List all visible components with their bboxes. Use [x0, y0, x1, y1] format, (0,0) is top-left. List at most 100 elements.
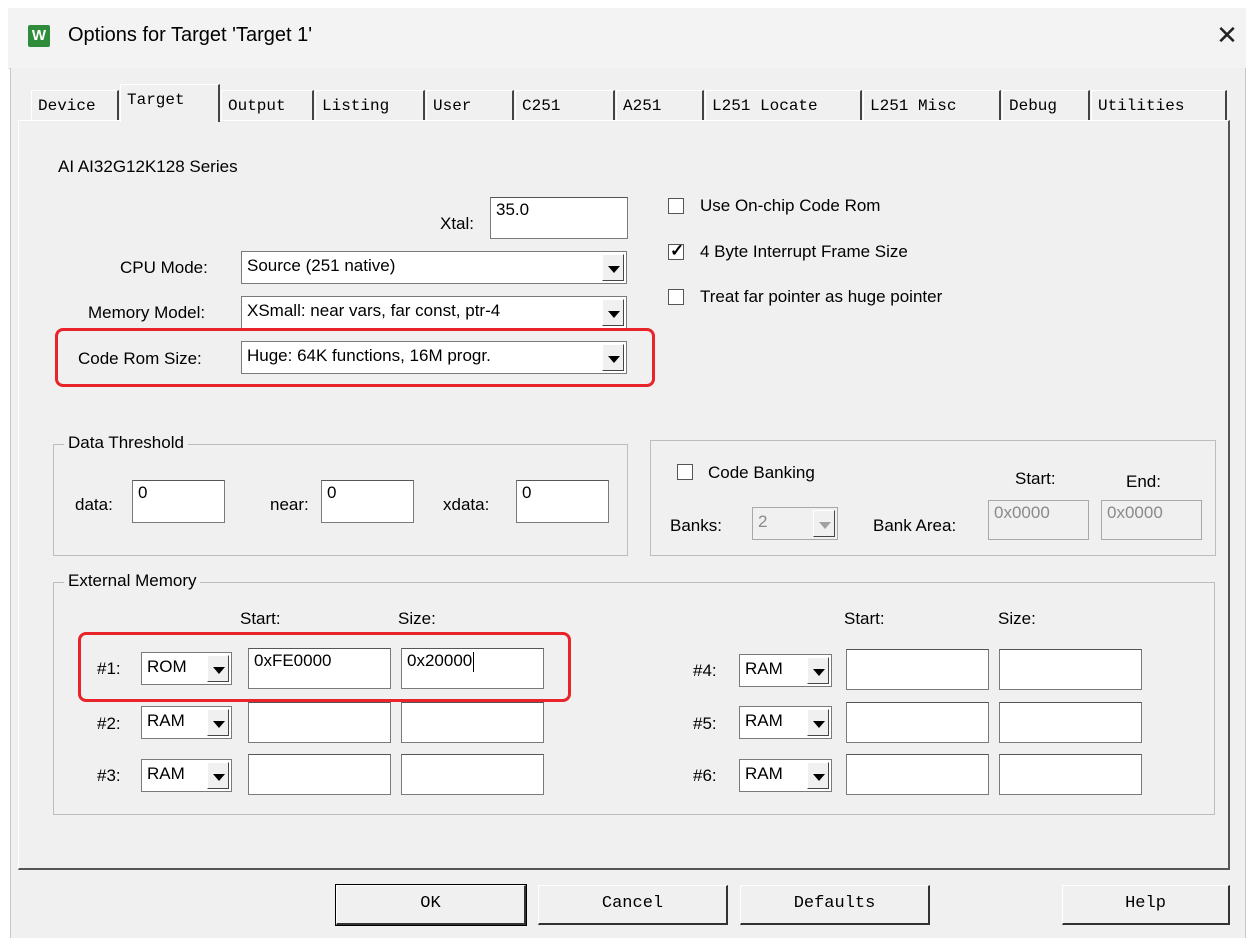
ext-row4-start-input[interactable] — [846, 649, 989, 690]
ext-row2-type: RAM — [147, 711, 185, 730]
ext-row1-start-input[interactable]: 0xFE0000 — [248, 648, 391, 689]
memory-model-label: Memory Model: — [88, 303, 206, 322]
chevron-down-icon[interactable] — [207, 762, 229, 789]
ext-row1-type-select[interactable]: ROM — [141, 652, 232, 685]
bank-end-input[interactable]: 0x0000 — [1101, 500, 1202, 540]
window-title: Options for Target 'Target 1' — [68, 24, 313, 46]
tab-device[interactable]: Device — [31, 90, 119, 120]
banks-label: Banks: — [670, 516, 722, 535]
cancel-button[interactable]: Cancel — [538, 885, 728, 925]
ext-row3-size-input[interactable] — [401, 754, 544, 795]
chevron-down-icon[interactable] — [207, 655, 229, 682]
ext-size-header-left: Size: — [398, 609, 436, 628]
tab-debug[interactable]: Debug — [1002, 90, 1090, 120]
ext-row5-size-input[interactable] — [999, 702, 1142, 743]
ext-row4-label: #4: — [693, 661, 717, 680]
cpu-mode-select[interactable]: Source (251 native) — [241, 251, 627, 284]
bank-end-header: End: — [1126, 472, 1161, 491]
code-rom-size-value: Huge: 64K functions, 16M progr. — [247, 346, 491, 365]
ext-row1-size-input[interactable]: 0x20000 — [401, 648, 544, 689]
ext-row6-label: #6: — [693, 766, 717, 785]
use-onchip-rom-checkbox[interactable] — [668, 198, 684, 214]
tab-user[interactable]: User — [426, 90, 514, 120]
chevron-down-icon[interactable] — [807, 709, 829, 736]
ext-row2-size-input[interactable] — [401, 702, 544, 743]
tab-l251-locate[interactable]: L251 Locate — [705, 90, 862, 120]
close-icon[interactable]: ✕ — [1212, 20, 1242, 50]
chevron-down-icon[interactable] — [602, 299, 624, 326]
ext-row5-type: RAM — [745, 711, 783, 730]
cpu-mode-value: Source (251 native) — [247, 256, 396, 275]
interrupt-frame-checkbox[interactable]: ✓ — [668, 241, 684, 260]
ext-row6-size-input[interactable] — [999, 754, 1142, 795]
ext-row5-start-input[interactable] — [846, 702, 989, 743]
ext-row6-start-input[interactable] — [846, 754, 989, 795]
chevron-down-icon[interactable] — [807, 762, 829, 789]
help-button[interactable]: Help — [1062, 885, 1230, 925]
ext-row4-type-select[interactable]: RAM — [739, 654, 832, 687]
banks-value: 2 — [758, 512, 768, 531]
tab-listing[interactable]: Listing — [315, 90, 425, 120]
near-input[interactable]: 0 — [321, 480, 414, 523]
ext-row3-start-input[interactable] — [248, 754, 391, 795]
ext-start-header-left: Start: — [240, 609, 281, 628]
checkmark-icon: ✓ — [670, 241, 685, 260]
defaults-button[interactable]: Defaults — [740, 885, 930, 925]
xdata-input[interactable]: 0 — [516, 480, 609, 523]
near-label: near: — [270, 495, 309, 514]
far-pointer-checkbox[interactable] — [668, 289, 684, 305]
ext-row1-size-value: 0x20000 — [407, 651, 473, 670]
tab-l251-misc[interactable]: L251 Misc — [863, 90, 1001, 120]
external-memory-title: External Memory — [64, 571, 201, 591]
ext-row2-start-input[interactable] — [248, 702, 391, 743]
code-rom-size-select[interactable]: Huge: 64K functions, 16M progr. — [241, 341, 627, 374]
chevron-down-icon[interactable] — [807, 657, 829, 684]
device-name: AI AI32G12K128 Series — [58, 157, 238, 176]
ext-row3-label: #3: — [97, 766, 121, 785]
xtal-input[interactable]: 35.0 — [490, 197, 628, 239]
banks-select[interactable]: 2 — [752, 507, 838, 540]
ext-row6-type-select[interactable]: RAM — [739, 759, 832, 792]
ext-start-header-right: Start: — [844, 609, 885, 628]
bank-start-input[interactable]: 0x0000 — [988, 500, 1089, 540]
far-pointer-label: Treat far pointer as huge pointer — [700, 287, 943, 306]
ext-row4-type: RAM — [745, 659, 783, 678]
data-input[interactable]: 0 — [132, 480, 225, 523]
ext-row3-type: RAM — [147, 764, 185, 783]
interrupt-frame-label: 4 Byte Interrupt Frame Size — [700, 242, 908, 261]
tab-c251[interactable]: C251 — [515, 90, 615, 120]
memory-model-select[interactable]: XSmall: near vars, far const, ptr-4 — [241, 296, 627, 329]
ext-row2-label: #2: — [97, 714, 121, 733]
ext-row3-type-select[interactable]: RAM — [141, 759, 232, 792]
tab-output[interactable]: Output — [221, 90, 314, 120]
chevron-down-icon[interactable] — [813, 510, 835, 537]
tab-a251[interactable]: A251 — [616, 90, 704, 120]
xtal-label: Xtal: — [440, 214, 475, 233]
ext-row4-size-input[interactable] — [999, 649, 1142, 690]
code-banking-checkbox[interactable] — [677, 464, 693, 480]
ext-row2-type-select[interactable]: RAM — [141, 706, 232, 739]
ext-row1-label: #1: — [97, 659, 121, 678]
ext-row5-type-select[interactable]: RAM — [739, 706, 832, 739]
text-caret — [473, 651, 475, 672]
ok-button[interactable]: OK — [335, 884, 527, 926]
bank-start-header: Start: — [1015, 469, 1056, 488]
app-icon: W — [28, 25, 50, 47]
tab-target[interactable]: Target — [120, 84, 220, 122]
tab-utilities[interactable]: Utilities — [1091, 90, 1227, 120]
memory-model-value: XSmall: near vars, far const, ptr-4 — [247, 301, 501, 320]
xdata-label: xdata: — [443, 495, 490, 514]
chevron-down-icon[interactable] — [602, 254, 624, 281]
bank-area-label: Bank Area: — [873, 516, 957, 535]
data-label: data: — [75, 495, 113, 514]
cpu-mode-label: CPU Mode: — [120, 258, 208, 277]
chevron-down-icon[interactable] — [602, 344, 624, 371]
ext-row1-type: ROM — [147, 657, 187, 676]
ext-row5-label: #5: — [693, 714, 717, 733]
ext-row6-type: RAM — [745, 764, 783, 783]
code-rom-size-label: Code Rom Size: — [78, 349, 202, 368]
ext-size-header-right: Size: — [998, 609, 1036, 628]
chevron-down-icon[interactable] — [207, 709, 229, 736]
use-onchip-rom-label: Use On-chip Code Rom — [700, 196, 881, 215]
data-threshold-title: Data Threshold — [64, 433, 188, 453]
